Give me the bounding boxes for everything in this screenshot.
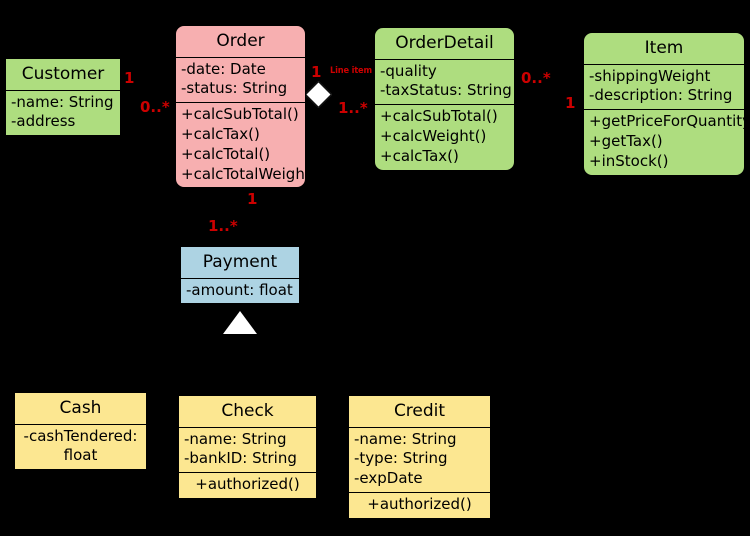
attributes-compartment-cash: -cashTendered: float xyxy=(15,423,146,470)
multiplicity-payment-to-order: 1..* xyxy=(208,217,238,235)
class-box-customer[interactable]: Customer -name: String -address xyxy=(5,58,121,137)
operations-compartment-item: +getPriceForQuantity() +getTax() +inStoc… xyxy=(584,109,744,174)
edge-bus-credit xyxy=(418,348,420,395)
attribute: -shippingWeight xyxy=(589,66,711,85)
operation: +authorized() xyxy=(367,495,472,514)
edge-bus-cash xyxy=(80,348,82,392)
class-title-orderdetail: OrderDetail xyxy=(395,33,494,53)
attribute: -quality xyxy=(380,61,437,80)
attribute: -type: String xyxy=(354,449,448,468)
aggregation-diamond-icon xyxy=(305,81,332,108)
attribute: -name: String xyxy=(11,92,114,111)
attribute: -cashTendered: float xyxy=(23,426,138,465)
class-title-item: Item xyxy=(644,38,684,58)
attribute: -status: String xyxy=(181,79,288,98)
class-box-cash[interactable]: Cash -cashTendered: float xyxy=(14,392,147,471)
class-box-check[interactable]: Check -name: String -bankID: String +aut… xyxy=(178,395,317,500)
operation: +getTax() xyxy=(589,132,663,151)
attributes-compartment-order: -date: Date -status: String xyxy=(176,56,305,103)
attribute: -taxStatus: String xyxy=(380,81,512,100)
uml-class-diagram: Customer -name: String -address Order -d… xyxy=(0,0,750,536)
class-title-order: Order xyxy=(216,31,265,51)
operation: +calcWeight() xyxy=(380,127,487,146)
multiplicity-orderdetail-to-item: 0..* xyxy=(521,69,551,87)
operations-compartment-credit: +authorized() xyxy=(349,492,490,518)
operation: +getPriceForQuantity() xyxy=(589,112,744,131)
class-title-check: Check xyxy=(221,401,274,421)
attributes-compartment-customer: -name: String -address xyxy=(6,89,120,136)
association-label-line-item: Line item xyxy=(330,66,372,76)
class-title-payment: Payment xyxy=(202,252,278,272)
class-box-payment[interactable]: Payment -amount: float xyxy=(180,246,300,305)
class-title-cash: Cash xyxy=(59,398,102,418)
operation: +calcTax() xyxy=(380,146,459,165)
operation: +calcSubTotal() xyxy=(380,107,498,126)
operations-compartment-orderdetail: +calcSubTotal() +calcWeight() +calcTax() xyxy=(375,104,514,169)
attribute: -name: String xyxy=(354,429,457,448)
attributes-compartment-check: -name: String -bankID: String xyxy=(179,426,316,473)
attribute: -date: Date xyxy=(181,59,266,78)
multiplicity-order-to-payment: 1 xyxy=(247,190,258,208)
operations-compartment-check: +authorized() xyxy=(179,472,316,498)
attribute: -expDate xyxy=(354,469,423,488)
operation: +calcTotal() xyxy=(181,144,271,163)
multiplicity-order-to-customer: 0..* xyxy=(140,98,170,116)
operation: +calcTax() xyxy=(181,125,260,144)
edge-generalization-bus xyxy=(80,348,418,350)
multiplicity-item-to-orderdetail: 1 xyxy=(565,94,576,112)
attributes-compartment-orderdetail: -quality -taxStatus: String xyxy=(375,58,514,105)
edge-bus-check xyxy=(247,348,249,395)
generalization-triangle-icon xyxy=(223,311,257,334)
edge-customer-order xyxy=(120,92,172,94)
operations-compartment-order: +calcSubTotal() +calcTax() +calcTotal() … xyxy=(176,102,305,187)
operation: +authorized() xyxy=(195,475,300,494)
attribute: -address xyxy=(11,112,76,131)
attribute: -bankID: String xyxy=(184,449,297,468)
multiplicity-customer-to-order: 1 xyxy=(124,69,135,87)
attributes-compartment-item: -shippingWeight -description: String xyxy=(584,63,744,110)
class-box-item[interactable]: Item -shippingWeight -description: Strin… xyxy=(583,32,745,176)
attributes-compartment-payment: -amount: float xyxy=(181,277,299,304)
operation: +calcTotalWeight() xyxy=(181,164,305,183)
class-box-orderdetail[interactable]: OrderDetail -quality -taxStatus: String … xyxy=(374,27,515,171)
class-box-credit[interactable]: Credit -name: String -type: String -expD… xyxy=(348,395,491,519)
attribute: -name: String xyxy=(184,429,287,448)
class-title-credit: Credit xyxy=(393,401,446,421)
class-title-customer: Customer xyxy=(21,64,105,84)
edge-order-payment xyxy=(239,184,241,246)
multiplicity-order-to-orderdetail: 1 xyxy=(311,63,322,81)
operation: +inStock() xyxy=(589,151,669,170)
attribute: -description: String xyxy=(589,86,733,105)
multiplicity-orderdetail-to-order: 1..* xyxy=(338,99,368,117)
attribute: -amount: float xyxy=(186,280,293,299)
attributes-compartment-credit: -name: String -type: String -expDate xyxy=(349,426,490,492)
operation: +calcSubTotal() xyxy=(181,105,299,124)
class-box-order[interactable]: Order -date: Date -status: String +calcS… xyxy=(175,25,306,189)
